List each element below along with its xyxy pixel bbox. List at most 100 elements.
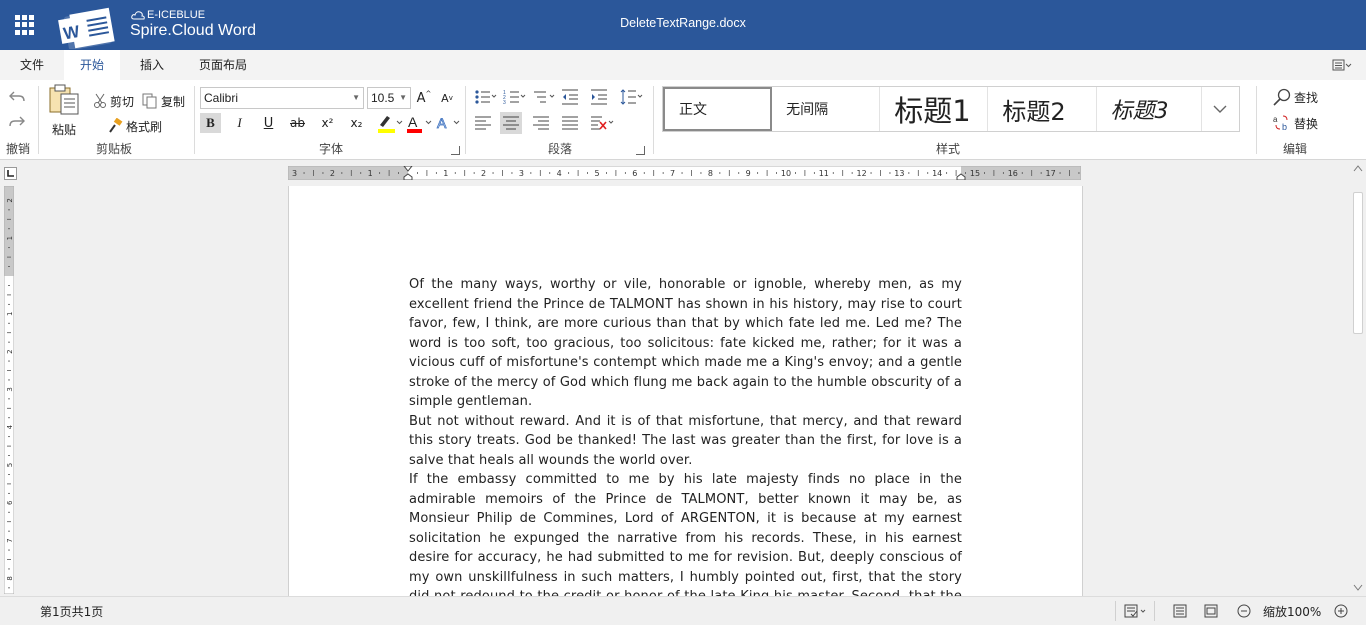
font-size-select[interactable]: 10.5 ▼ — [367, 87, 411, 109]
tab-file[interactable]: 文件 — [10, 50, 54, 80]
paste-label: 粘贴 — [51, 123, 76, 137]
tab-insert[interactable]: 插入 — [128, 50, 176, 80]
ruler-label: 7 — [670, 169, 675, 178]
bullet-list-icon[interactable] — [474, 88, 498, 106]
ribbon-home: 撤销 粘贴 剪切 复制 格式刷 剪贴板 Calibri ▼ 10.5 ▼ A ^ Av… — [0, 80, 1366, 160]
underline-button[interactable]: U — [258, 113, 279, 133]
styles-more-button[interactable] — [1202, 87, 1239, 131]
tab-stop-selector[interactable] — [4, 167, 17, 180]
chevron-down-icon — [1213, 105, 1227, 113]
scroll-thumb[interactable] — [1353, 192, 1363, 334]
shrink-font-button[interactable]: Av — [438, 89, 456, 107]
ruler-label: 10 — [781, 169, 791, 178]
superscript-icon: x² — [321, 116, 334, 130]
word-editor-app: W E-ICEBLUE Spire.Cloud Word DeleteTextR… — [0, 0, 1366, 625]
align-right-icon[interactable] — [532, 114, 550, 132]
find-button[interactable]: 查找 — [1272, 88, 1318, 106]
cut-button[interactable]: 剪切 — [93, 92, 134, 110]
styles-gallery: 正文 无间隔 标题1 标题2 标题3 — [662, 86, 1240, 132]
copy-button[interactable]: 复制 — [142, 92, 185, 110]
paragraph[interactable]: Of the many ways, worthy or vile, honora… — [409, 275, 962, 412]
line-spacing-icon[interactable] — [620, 88, 644, 106]
paragraph[interactable]: But not without reward. And it is of tha… — [409, 412, 962, 471]
word-logo-icon: W — [58, 7, 115, 49]
ruler-label: 12 — [857, 169, 867, 178]
zoom-out-button[interactable] — [1237, 597, 1251, 625]
paragraph-dialog-launcher-icon[interactable] — [636, 146, 645, 155]
tab-page-layout[interactable]: 页面布局 — [190, 50, 256, 80]
decrease-indent-icon[interactable] — [561, 88, 579, 106]
replace-button[interactable]: ab 替换 — [1272, 114, 1318, 132]
redo-icon[interactable] — [9, 115, 25, 129]
format-painter-button[interactable]: 格式刷 — [107, 117, 162, 135]
font-name-select[interactable]: Calibri ▼ — [200, 87, 364, 109]
align-center-button[interactable] — [500, 112, 522, 134]
left-tab-icon — [7, 170, 14, 177]
subscript-icon: x₂ — [350, 116, 363, 130]
font-color-button[interactable]: A — [405, 112, 433, 134]
scroll-down-icon[interactable] — [1353, 584, 1363, 592]
strikethrough-icon: ab — [290, 116, 305, 130]
find-label: 查找 — [1294, 90, 1319, 105]
web-layout-button[interactable] — [1204, 597, 1218, 625]
bold-button[interactable]: B — [200, 113, 221, 133]
app-launcher-icon[interactable] — [15, 15, 35, 35]
ruler-label: 2 — [330, 169, 335, 178]
vertical-ruler[interactable]: 2 1 1 2 3 4 5 6 7 8 — [4, 186, 14, 594]
spellcheck-button[interactable] — [1124, 597, 1148, 625]
ruler-label: 16 — [1008, 169, 1018, 178]
numbered-list-icon[interactable]: 123 — [503, 88, 527, 106]
style-no-spacing[interactable]: 无间隔 — [772, 87, 881, 131]
subscript-button[interactable]: x₂ — [346, 113, 367, 133]
style-normal[interactable]: 正文 — [663, 87, 773, 131]
copy-icon — [142, 93, 157, 109]
scroll-up-icon[interactable] — [1353, 164, 1363, 172]
style-heading-1[interactable]: 标题1 — [880, 87, 989, 131]
format-painter-icon — [109, 118, 123, 133]
undo-icon[interactable] — [9, 90, 25, 104]
superscript-button[interactable]: x² — [317, 113, 338, 133]
zoom-level: 缩放100% — [1263, 604, 1322, 619]
paragraph[interactable]: If the embassy committed to me by his la… — [409, 470, 962, 606]
status-bar: 第1页共1页 缩放100% — [0, 596, 1366, 625]
align-left-icon[interactable] — [474, 114, 492, 132]
horizontal-ruler-scale: 3 2 1 1 2 3 4 5 6 7 8 9 10 11 12 13 14 15 16 17 — [287, 165, 1082, 181]
ruler-label: 2 — [6, 198, 14, 202]
zoom-in-button[interactable] — [1334, 597, 1348, 625]
zoom-in-icon — [1334, 604, 1348, 618]
multilevel-list-icon[interactable] — [532, 88, 556, 106]
paste-icon — [49, 84, 79, 115]
font-dialog-launcher-icon[interactable] — [451, 146, 460, 155]
italic-button[interactable]: I — [229, 113, 250, 133]
styles-group-label: 样式 — [935, 142, 961, 156]
paste-button[interactable]: 粘贴 — [46, 84, 82, 142]
print-layout-button[interactable] — [1173, 597, 1187, 625]
svg-text:A: A — [437, 115, 447, 131]
clear-formatting-icon[interactable] — [590, 114, 616, 132]
vertical-scrollbar[interactable] — [1350, 160, 1366, 596]
style-heading-3[interactable]: 标题3 — [1097, 87, 1202, 131]
ruler-label: 11 — [819, 169, 829, 178]
grow-font-label: A — [416, 90, 426, 106]
strikethrough-button[interactable]: ab — [287, 113, 308, 133]
tab-home[interactable]: 开始 — [64, 50, 120, 80]
ruler-label: 2 — [6, 349, 14, 353]
increase-indent-icon[interactable] — [590, 88, 608, 106]
copy-label: 复制 — [161, 94, 186, 109]
ribbon-display-options-icon[interactable] — [1332, 59, 1352, 71]
text-effects-button[interactable]: A — [435, 112, 461, 134]
status-divider — [1115, 601, 1116, 621]
brand-company: E-ICEBLUE — [147, 9, 206, 21]
ruler-label: 6 — [632, 169, 637, 178]
vertical-ruler-scale: 2 1 1 2 3 4 5 6 7 8 — [4, 186, 14, 594]
document-body[interactable]: Of the many ways, worthy or vile, honora… — [409, 275, 962, 606]
justify-icon[interactable] — [561, 114, 579, 132]
ruler-label: 1 — [6, 236, 14, 240]
highlight-button[interactable] — [375, 112, 403, 134]
shrink-font-label: A — [441, 91, 449, 105]
replace-icon: ab — [1273, 115, 1288, 132]
style-heading-2[interactable]: 标题2 — [988, 87, 1097, 131]
document-page[interactable]: Of the many ways, worthy or vile, honora… — [288, 186, 1083, 606]
horizontal-ruler[interactable]: 3 2 1 1 2 3 4 5 6 7 8 9 10 11 12 13 14 15 16 17 — [287, 165, 1082, 181]
grow-font-button[interactable]: A ^ — [415, 89, 433, 107]
